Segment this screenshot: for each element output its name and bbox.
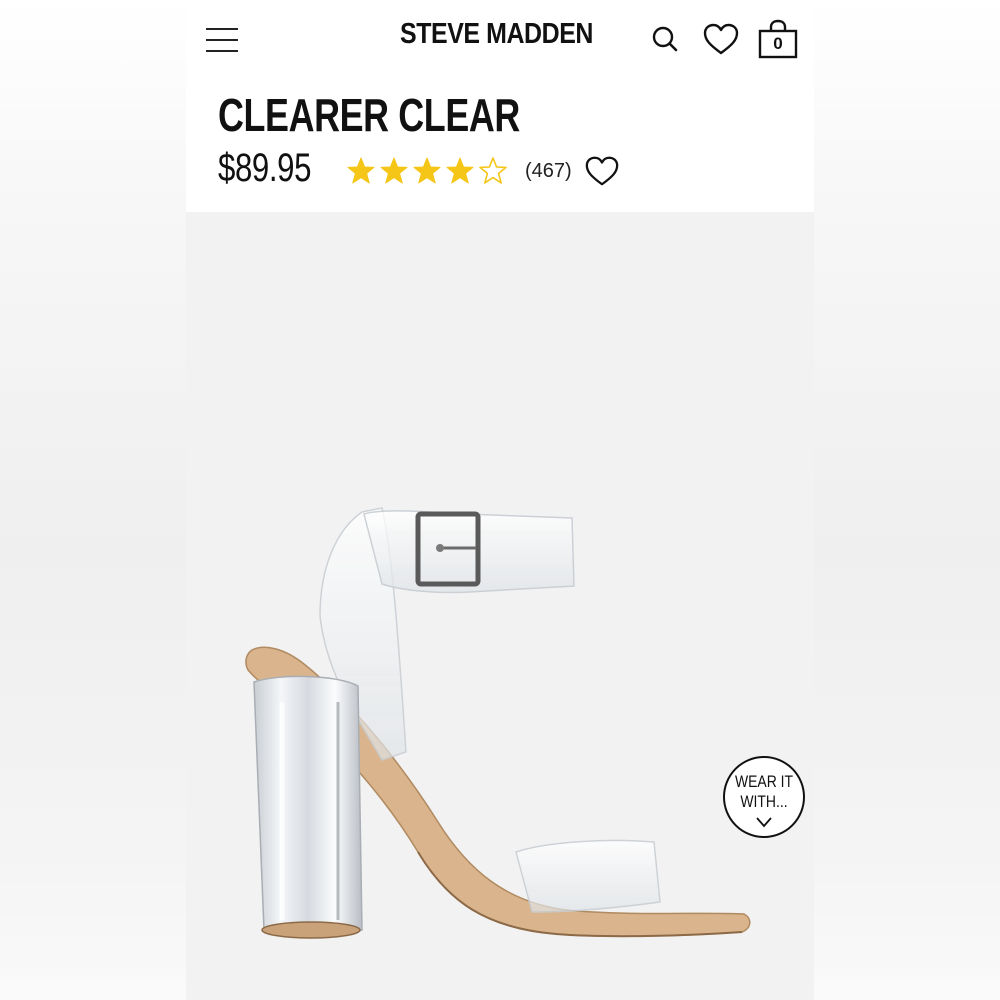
- wear-it-with-label: WEAR IT WITH...: [734, 772, 794, 811]
- star-filled-icon: [446, 157, 474, 184]
- menu-icon: [206, 28, 238, 30]
- product-image-area[interactable]: WEAR IT WITH...: [186, 212, 814, 1000]
- wear-it-with-button[interactable]: WEAR IT WITH...: [723, 756, 805, 838]
- bag-count-badge: 0: [773, 34, 783, 53]
- shopping-bag-button[interactable]: 0: [757, 18, 799, 60]
- menu-button[interactable]: [206, 26, 238, 54]
- star-filled-icon: [380, 157, 408, 184]
- star-filled-icon: [347, 157, 375, 184]
- add-to-wishlist-button[interactable]: [584, 154, 620, 188]
- blurred-background-left: [0, 0, 186, 1000]
- chevron-down-icon: [756, 817, 772, 828]
- screenshot-frame: STEVE MADDEN 0 CLEARER CLEAR $89.95 (467…: [0, 0, 1000, 1000]
- product-title: CLEARER CLEAR: [218, 89, 520, 141]
- rating-stars: [346, 156, 511, 186]
- menu-icon-line: [206, 39, 238, 41]
- wishlist-button[interactable]: [702, 22, 740, 56]
- search-button[interactable]: [650, 24, 680, 54]
- site-header: STEVE MADDEN 0: [186, 0, 814, 80]
- brand-logo[interactable]: STEVE MADDEN: [400, 18, 593, 51]
- heart-icon: [703, 23, 739, 55]
- menu-icon-line: [206, 50, 238, 52]
- product-image-sandal: [245, 507, 751, 939]
- star-filled-icon: [413, 157, 441, 184]
- blurred-background-right: [814, 0, 1000, 1000]
- heart-icon: [585, 156, 619, 186]
- review-count[interactable]: (467): [525, 160, 572, 183]
- mobile-screen: STEVE MADDEN 0 CLEARER CLEAR $89.95 (467…: [186, 0, 814, 1000]
- search-icon: [652, 26, 678, 52]
- star-empty-icon: [479, 157, 507, 184]
- product-rating[interactable]: (467): [346, 152, 572, 190]
- product-price: $89.95: [218, 146, 312, 190]
